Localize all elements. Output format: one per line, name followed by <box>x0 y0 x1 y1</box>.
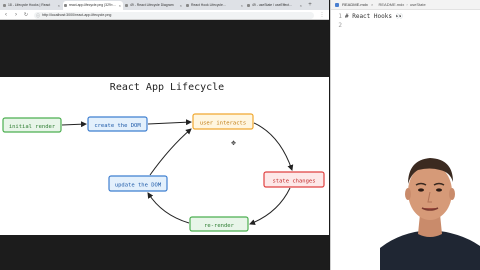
browser-tab-3[interactable]: 49 - React Lifecycle Diagram × <box>124 1 184 10</box>
screen: 18 - Lifecycle Hooks | React × react-app… <box>0 0 480 270</box>
node-create-dom: create the DOM <box>87 116 148 132</box>
editor-tab-bar: README.mdx × README.mdx › useState <box>331 0 480 10</box>
breadcrumb-separator: › <box>406 2 408 7</box>
presenter-video <box>380 150 480 270</box>
close-icon[interactable]: × <box>241 1 243 10</box>
forward-icon[interactable]: › <box>12 11 20 19</box>
markdown-file-icon <box>335 2 339 7</box>
editor-tab-readme[interactable]: README.mdx × README.mdx › useState <box>335 0 426 10</box>
address-bar[interactable]: ⓘ http://localhost:3000/react-app-lifecy… <box>34 11 314 19</box>
tab-label: react-app-lifecycle.png (329×... <box>69 3 116 7</box>
browser-toolbar: ‹ › ↻ ⓘ http://localhost:3000/react-app-… <box>0 10 329 20</box>
node-user-interacts: user interacts <box>192 113 254 130</box>
node-state-label: state changes <box>272 179 315 185</box>
browser-window: 18 - Lifecycle Hooks | React × react-app… <box>0 0 329 270</box>
node-state-changes: state changes <box>263 171 325 188</box>
back-icon[interactable]: ‹ <box>2 11 10 19</box>
mouse-cursor-icon: ✥ <box>231 141 237 147</box>
arrow-create-to-interacts <box>147 119 192 126</box>
editor-lines[interactable]: 1 # React Hooks 👀 2 <box>331 12 480 30</box>
line-number: 2 <box>338 22 342 29</box>
node-initial-render: initial render <box>2 117 62 133</box>
arrow-update-to-interacts <box>149 128 192 176</box>
new-tab-button[interactable]: + <box>306 1 314 9</box>
editor-line[interactable]: 1 # React Hooks 👀 <box>331 12 480 21</box>
close-icon[interactable]: × <box>119 1 121 10</box>
tab-strip: 18 - Lifecycle Hooks | React × react-app… <box>0 0 329 10</box>
breadcrumb-file[interactable]: README.mdx <box>379 2 405 7</box>
menu-icon[interactable]: ⋮ <box>318 11 326 19</box>
arrow-rerender-to-update <box>147 192 190 224</box>
webcam-overlay <box>380 150 480 270</box>
info-icon: ⓘ <box>36 12 40 18</box>
lifecycle-diagram-image: React App Lifecycle initial render creat… <box>0 77 329 235</box>
editor-line[interactable]: 2 <box>331 21 480 30</box>
editor-tab-filename: README.mdx <box>342 2 368 7</box>
tab-favicon-icon <box>3 4 6 7</box>
node-create-label: create the DOM <box>94 123 141 129</box>
arrow-state-to-rerender <box>249 187 291 225</box>
tab-label: 49 - React Lifecycle Diagram <box>130 3 174 7</box>
tab-favicon-icon <box>247 4 250 7</box>
node-initial-label: initial render <box>9 124 56 130</box>
diagram-title: React App Lifecycle <box>110 82 224 93</box>
line-text[interactable]: # React Hooks 👀 <box>345 12 403 21</box>
breadcrumb-section[interactable]: useState <box>410 2 426 7</box>
close-icon[interactable]: × <box>58 1 60 10</box>
tab-label: 18 - Lifecycle Hooks | React <box>8 3 51 7</box>
arrow-interacts-to-state <box>253 122 294 171</box>
browser-tab-5[interactable]: 49 - useState / useEffect... × <box>246 1 304 10</box>
tab-favicon-icon <box>64 4 67 7</box>
browser-tab-1[interactable]: 18 - Lifecycle Hooks | React × <box>2 1 62 10</box>
node-update-dom: update the DOM <box>108 175 168 192</box>
address-url: http://localhost:3000/react-app-lifecycl… <box>42 12 112 17</box>
image-viewport: React App Lifecycle initial render creat… <box>0 21 329 270</box>
arrow-initial-to-create <box>61 121 87 128</box>
node-re-render: re-render <box>189 216 249 232</box>
lifecycle-diagram: React App Lifecycle initial render creat… <box>2 82 325 232</box>
node-rerender-label: re-render <box>204 223 234 229</box>
browser-tab-4[interactable]: React Hook Lifecycle... × <box>185 1 245 10</box>
node-interacts-label: user interacts <box>200 121 246 127</box>
node-update-label: update the DOM <box>115 183 162 189</box>
browser-tab-2[interactable]: react-app-lifecycle.png (329×... × <box>63 1 123 10</box>
line-number: 1 <box>338 13 342 20</box>
close-icon[interactable]: × <box>180 1 182 10</box>
tab-favicon-icon <box>125 4 128 7</box>
close-icon[interactable]: × <box>300 1 302 10</box>
close-icon[interactable]: × <box>371 2 373 7</box>
tab-label: React Hook Lifecycle... <box>191 3 226 7</box>
tab-favicon-icon <box>186 4 189 7</box>
reload-icon[interactable]: ↻ <box>22 11 30 19</box>
tab-label: 49 - useState / useEffect... <box>252 3 292 7</box>
